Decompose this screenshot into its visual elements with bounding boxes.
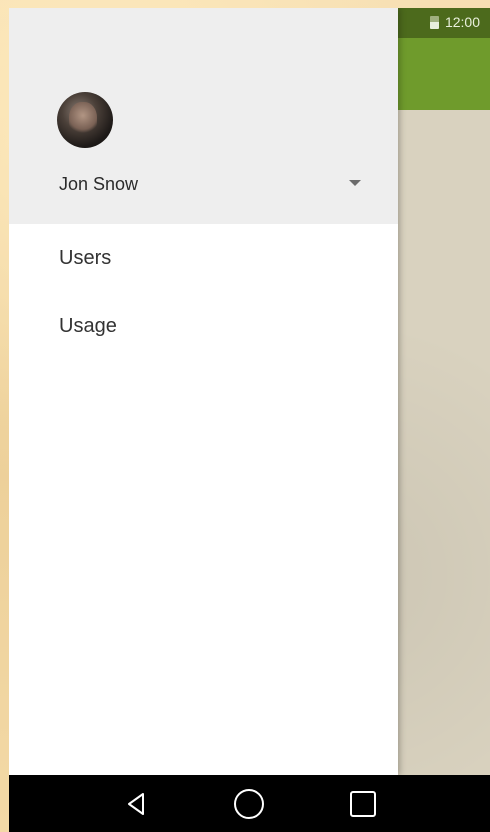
menu-item-usage[interactable]: Usage xyxy=(9,292,398,360)
drawer-menu: Users Usage xyxy=(9,224,398,360)
home-button[interactable] xyxy=(229,784,269,824)
avatar[interactable] xyxy=(57,92,113,148)
drawer-header: Jon Snow xyxy=(9,8,398,224)
menu-item-users[interactable]: Users xyxy=(9,224,398,292)
navigation-drawer: Jon Snow Users Usage xyxy=(9,8,398,775)
recents-button[interactable] xyxy=(343,784,383,824)
back-button[interactable] xyxy=(116,784,156,824)
outer-frame: 12:00 Jon Snow Users Usage xyxy=(0,0,490,832)
back-icon xyxy=(127,792,144,815)
menu-item-label: Users xyxy=(59,246,112,269)
device-screen: 12:00 Jon Snow Users Usage xyxy=(9,8,490,832)
battery-icon xyxy=(429,15,439,29)
dropdown-arrow-icon[interactable] xyxy=(349,180,361,186)
home-icon xyxy=(234,788,265,819)
status-time: 12:00 xyxy=(444,14,480,30)
account-name[interactable]: Jon Snow xyxy=(59,174,138,195)
system-navigation-bar xyxy=(9,775,490,832)
recents-icon xyxy=(350,790,377,817)
avatar-face-icon xyxy=(69,102,97,136)
status-time-group: 12:00 xyxy=(429,14,480,30)
menu-item-label: Usage xyxy=(59,314,117,337)
